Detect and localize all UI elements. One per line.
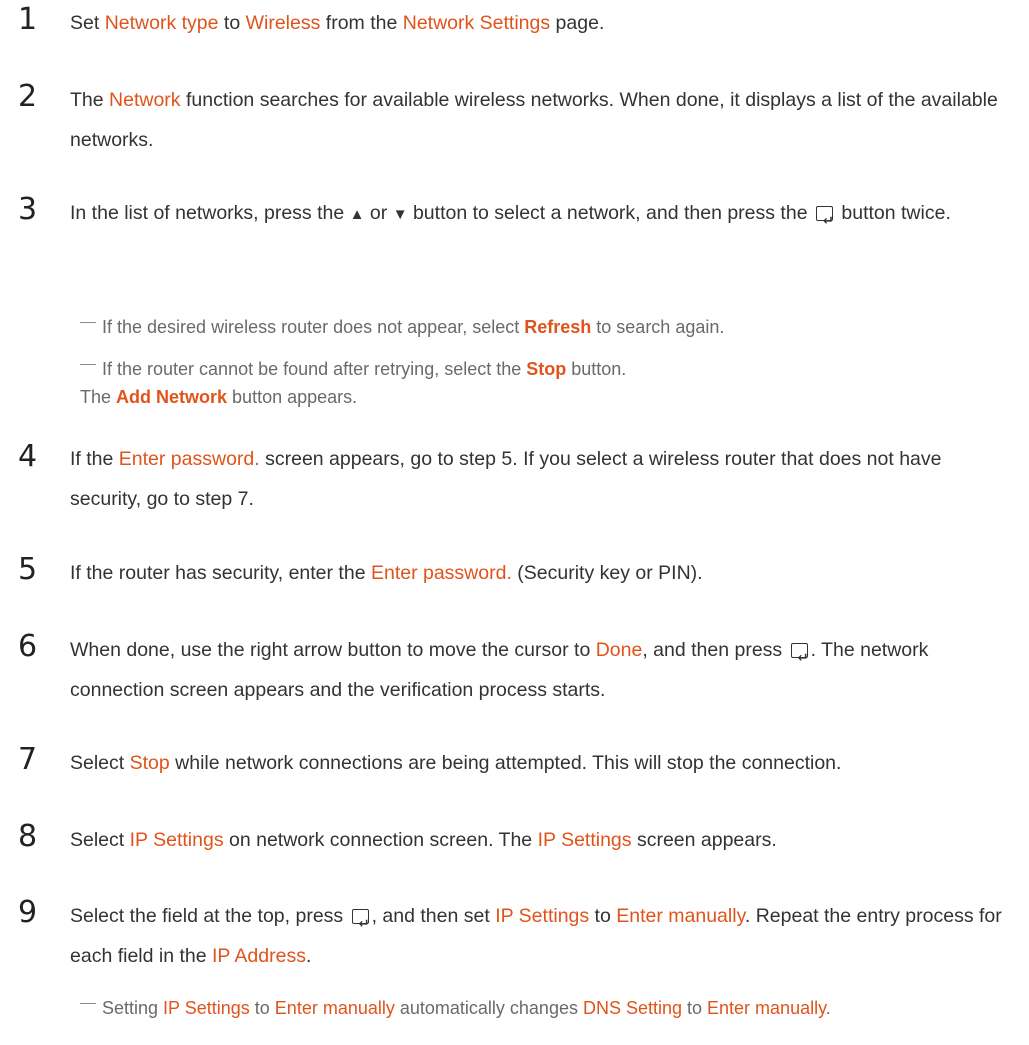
step-number: 6 [18, 629, 38, 664]
up-arrow-icon: ▲ [349, 206, 365, 223]
text: The [70, 89, 110, 111]
text: Setting [102, 998, 164, 1018]
step-text: In the list of networks, press the ▲ or … [70, 193, 1015, 242]
text: from the [320, 12, 403, 34]
step-number: 4 [18, 439, 38, 474]
highlight-done: Done [595, 639, 643, 661]
dash-icon [80, 1003, 96, 1004]
highlight-ip-settings: IP Settings [163, 998, 250, 1018]
step-number: 7 [18, 742, 38, 777]
highlight-stop: Stop [526, 359, 567, 379]
highlight-network-type: Network type [104, 12, 219, 34]
text: button appears. [227, 387, 358, 407]
text: If the [70, 448, 119, 470]
text: on network connection screen. The [223, 829, 538, 851]
step-text: The Network function searches for availa… [70, 80, 1015, 160]
text: In the list of networks, press the [70, 202, 350, 224]
highlight-enter-password: Enter password. [118, 448, 260, 470]
note: Setting IP Settings to Enter manually au… [80, 994, 980, 1022]
text: button to select a network, and then pre… [407, 202, 813, 224]
text: or [364, 202, 393, 224]
note: If the desired wireless router does not … [80, 313, 980, 341]
step-number: 9 [18, 895, 38, 930]
text: (Security key or PIN). [511, 562, 703, 584]
highlight-enter-manually: Enter manually [616, 905, 745, 927]
text: When done, use the right arrow button to… [70, 639, 596, 661]
step-number: 8 [18, 819, 38, 854]
step-number: 1 [18, 2, 38, 37]
enter-icon [790, 639, 809, 679]
text: . [305, 945, 312, 967]
step-text: If the Enter password. screen appears, g… [70, 439, 1015, 519]
text: automatically changes [394, 998, 583, 1018]
highlight-enter-manually: Enter manually [707, 998, 826, 1018]
text: If the router has security, enter the [70, 562, 371, 584]
step-text: Select IP Settings on network connection… [70, 820, 1015, 860]
text: to [589, 905, 617, 927]
highlight-network: Network [109, 89, 181, 111]
down-arrow-icon: ▼ [392, 206, 408, 223]
note: If the router cannot be found after retr… [80, 355, 980, 411]
text: function searches for available wireless… [70, 89, 998, 151]
step-text: Select the field at the top, press , and… [70, 896, 1015, 976]
text: to [249, 998, 275, 1018]
text: Select [70, 829, 130, 851]
highlight-wireless: Wireless [245, 12, 321, 34]
enter-icon [815, 202, 834, 242]
text: If the router cannot be found after retr… [102, 359, 527, 379]
step-number: 5 [18, 552, 38, 587]
highlight-ip-address: IP Address [212, 945, 306, 967]
text: button. [566, 359, 627, 379]
text: page. [550, 12, 605, 34]
highlight-ip-settings: IP Settings [537, 829, 632, 851]
highlight-refresh: Refresh [524, 317, 592, 337]
text: . [825, 998, 831, 1018]
highlight-ip-settings: IP Settings [129, 829, 224, 851]
text: to [218, 12, 246, 34]
text: to search again. [591, 317, 725, 337]
text: Set [70, 12, 105, 34]
step-text: When done, use the right arrow button to… [70, 630, 1015, 710]
highlight-enter-password: Enter password. [370, 562, 512, 584]
text: , and then press [642, 639, 788, 661]
highlight-stop: Stop [129, 752, 170, 774]
step-text: If the router has security, enter the En… [70, 553, 1015, 593]
highlight-add-network: Add Network [116, 387, 228, 407]
text: Select [70, 752, 130, 774]
step-text: Select Stop while network connections ar… [70, 743, 1015, 783]
text: while network connections are being atte… [169, 752, 842, 774]
highlight-dns-setting: DNS Setting [582, 998, 683, 1018]
text: If the desired wireless router does not … [102, 317, 525, 337]
highlight-enter-manually: Enter manually [274, 998, 395, 1018]
text: , and then set [371, 905, 496, 927]
step-text: Set Network type to Wireless from the Ne… [70, 3, 1015, 43]
highlight-network-settings: Network Settings [402, 12, 551, 34]
text: Select the field at the top, press [70, 905, 349, 927]
enter-icon [351, 905, 370, 945]
dash-icon [80, 364, 96, 365]
text: screen appears. [631, 829, 777, 851]
step-number: 3 [18, 192, 38, 227]
highlight-ip-settings: IP Settings [495, 905, 590, 927]
text: button twice. [835, 202, 951, 224]
text: to [682, 998, 708, 1018]
step-number: 2 [18, 79, 38, 114]
text: The [80, 387, 117, 407]
dash-icon [80, 322, 96, 323]
